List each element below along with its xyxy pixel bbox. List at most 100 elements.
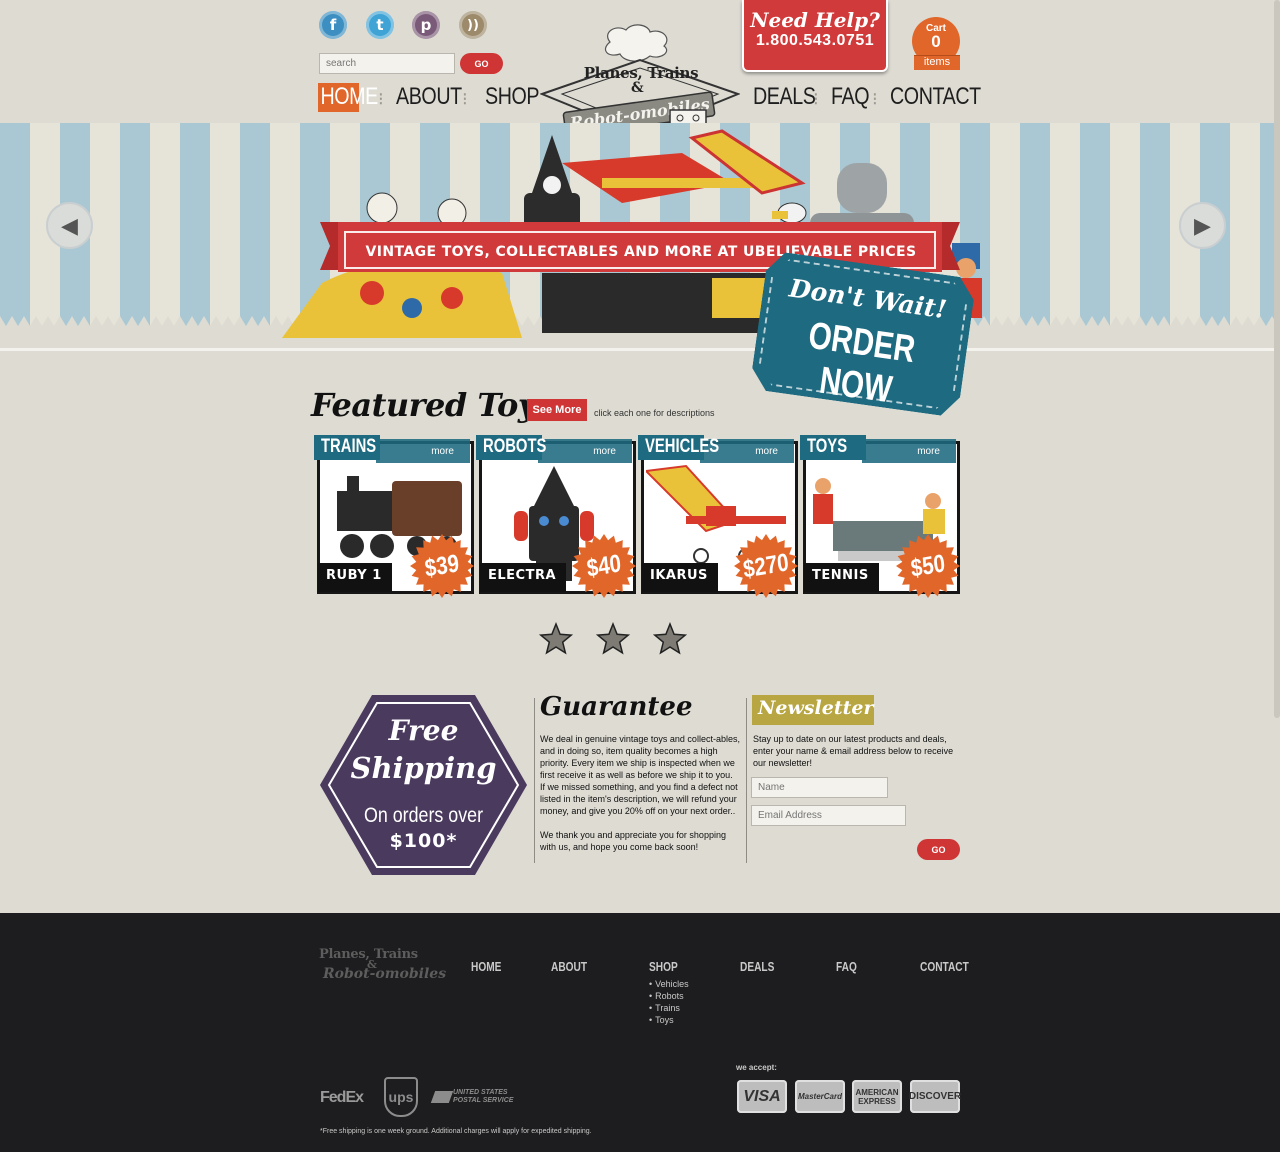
help-title: Need Help?: [750, 8, 880, 32]
cart-items-label: items: [914, 55, 960, 70]
discover-card-icon: DISCOVER: [909, 1080, 961, 1113]
product-card[interactable]: ROBOTS more ELECTRA $40: [476, 435, 636, 600]
card-price-label: $39: [410, 534, 474, 598]
card-price: $39: [423, 549, 461, 583]
nav-contact[interactable]: CONTACT: [890, 83, 981, 111]
star-icon[interactable]: [539, 622, 573, 656]
search-go-button[interactable]: GO: [460, 53, 503, 74]
card-name: ELECTRA: [480, 563, 567, 592]
slider-prev-arrow-icon[interactable]: ◀: [46, 202, 93, 249]
shipping-line1: Free: [388, 714, 459, 747]
footer-logo-title[interactable]: Planes, Trains: [319, 947, 435, 962]
footer-nav-shop[interactable]: SHOP: [649, 959, 678, 974]
cart-count: 0: [931, 32, 941, 51]
usps-logo-icon: UNITED STATES POSTAL SERVICE: [433, 1089, 521, 1105]
product-card[interactable]: VEHICLES more IKARUS $270: [638, 435, 798, 600]
divider: [746, 698, 747, 863]
card-category: TRAINS: [321, 436, 377, 457]
card-more-link[interactable]: more: [917, 446, 940, 457]
footer-sub-vehicles[interactable]: Vehicles: [649, 978, 689, 990]
card-category-tab[interactable]: TOYS more: [800, 435, 956, 463]
footer-nav-faq[interactable]: FAQ: [836, 959, 857, 974]
help-box[interactable]: Need Help? 1.800.543.0751: [742, 0, 888, 72]
newsletter-body: Stay up to date on our latest products a…: [753, 734, 954, 768]
footer-sub-robots[interactable]: Robots: [649, 990, 689, 1002]
card-price: $50: [909, 549, 947, 583]
nav-about[interactable]: ABOUT: [396, 83, 462, 111]
star-icon[interactable]: [653, 622, 687, 656]
we-accept-label: we accept:: [736, 1063, 777, 1072]
footer-nav-about[interactable]: ABOUT: [551, 959, 587, 974]
card-price: $40: [585, 549, 623, 583]
star-icon[interactable]: [596, 622, 630, 656]
product-card[interactable]: TRAINS more RUBY 1 $39: [314, 435, 474, 600]
card-more-link[interactable]: more: [755, 446, 778, 457]
hero-banner-text: VINTAGE TOYS, COLLECTABLES AND MORE AT U…: [365, 244, 917, 260]
twitter-icon[interactable]: t: [366, 11, 394, 39]
card-more-link[interactable]: more: [431, 446, 454, 457]
nav-deals[interactable]: DEALS: [753, 83, 816, 111]
card-category: VEHICLES: [645, 436, 720, 457]
footer-nav-deals[interactable]: DEALS: [740, 959, 774, 974]
nav-home[interactable]: HOME: [318, 83, 378, 112]
shipping-line4: $100*: [389, 830, 458, 852]
newsletter-email-input[interactable]: [751, 805, 906, 826]
footer-nav-home[interactable]: HOME: [471, 959, 501, 974]
guarantee-para1: We deal in genuine vintage toys and coll…: [540, 734, 740, 816]
shipping-line3: On orders over: [363, 804, 484, 827]
product-card[interactable]: TOYS more TENNIS $50: [800, 435, 960, 600]
cart-widget[interactable]: Cart 0 items: [912, 17, 960, 72]
ups-logo-icon: ups: [384, 1077, 418, 1117]
nav-faq[interactable]: FAQ: [831, 83, 870, 111]
footer-sub-toys[interactable]: Toys: [649, 1014, 689, 1026]
card-category-tab[interactable]: TRAINS more: [314, 435, 470, 463]
footer-shop-submenu: Vehicles Robots Trains Toys: [649, 978, 689, 1026]
nav-separator: ⁝: [872, 89, 879, 109]
card-category-tab[interactable]: ROBOTS more: [476, 435, 632, 463]
card-name: IKARUS: [642, 563, 718, 592]
guarantee-body: We deal in genuine vintage toys and coll…: [540, 733, 740, 853]
search-input[interactable]: [319, 53, 455, 74]
page-scrollbar[interactable]: [1274, 0, 1280, 718]
newsletter-title: Newsletter: [752, 695, 874, 725]
shipping-line2: Shipping: [350, 751, 497, 785]
nav-separator: ⁝: [378, 89, 385, 109]
see-more-button[interactable]: See More: [527, 399, 587, 421]
footer: [0, 913, 1280, 1152]
card-price-label: $270: [734, 534, 798, 598]
pinterest-icon[interactable]: p: [412, 11, 440, 39]
order-now-badge[interactable]: Don't Wait! ORDER NOW: [749, 250, 976, 418]
fedex-logo-icon: FedEx: [320, 1089, 364, 1106]
divider: [534, 698, 535, 863]
card-more-link[interactable]: more: [593, 446, 616, 457]
card-price-label: $50: [896, 534, 960, 598]
nav-shop[interactable]: SHOP: [485, 83, 540, 111]
nav-separator: ⁝: [813, 89, 820, 109]
newsletter-go-button[interactable]: GO: [917, 839, 960, 860]
nav-separator: ⁝: [462, 89, 469, 109]
featured-note: click each one for descriptions: [594, 408, 715, 418]
newsletter-name-input[interactable]: [751, 777, 888, 798]
footer-sub-trains[interactable]: Trains: [649, 1002, 689, 1014]
card-price: $270: [741, 548, 791, 584]
rss-icon[interactable]: )): [459, 11, 487, 39]
visa-card-icon: VISA: [737, 1080, 787, 1113]
featured-title: Featured Toys: [311, 386, 554, 424]
card-category: TOYS: [807, 436, 848, 457]
amex-card-icon: AMERICAN EXPRESS: [852, 1080, 902, 1113]
card-name: TENNIS: [804, 563, 879, 592]
logo-ampersand: &: [631, 80, 644, 96]
footer-nav-contact[interactable]: CONTACT: [920, 959, 969, 974]
card-name: RUBY 1: [318, 563, 392, 592]
mastercard-icon: MasterCard: [795, 1080, 845, 1113]
guarantee-title: Guarantee: [540, 692, 693, 722]
hero-divider: [0, 348, 1280, 351]
slider-next-arrow-icon[interactable]: ▶: [1179, 202, 1226, 249]
facebook-icon[interactable]: f: [319, 11, 347, 39]
guarantee-para2: We thank you and appreciate you for shop…: [540, 830, 726, 852]
help-phone[interactable]: 1.800.543.0751: [744, 32, 886, 50]
card-price-label: $40: [572, 534, 636, 598]
card-category-tab[interactable]: VEHICLES more: [638, 435, 794, 463]
card-category: ROBOTS: [483, 436, 547, 457]
shipping-footnote: *Free shipping is one week ground. Addit…: [320, 1128, 592, 1135]
